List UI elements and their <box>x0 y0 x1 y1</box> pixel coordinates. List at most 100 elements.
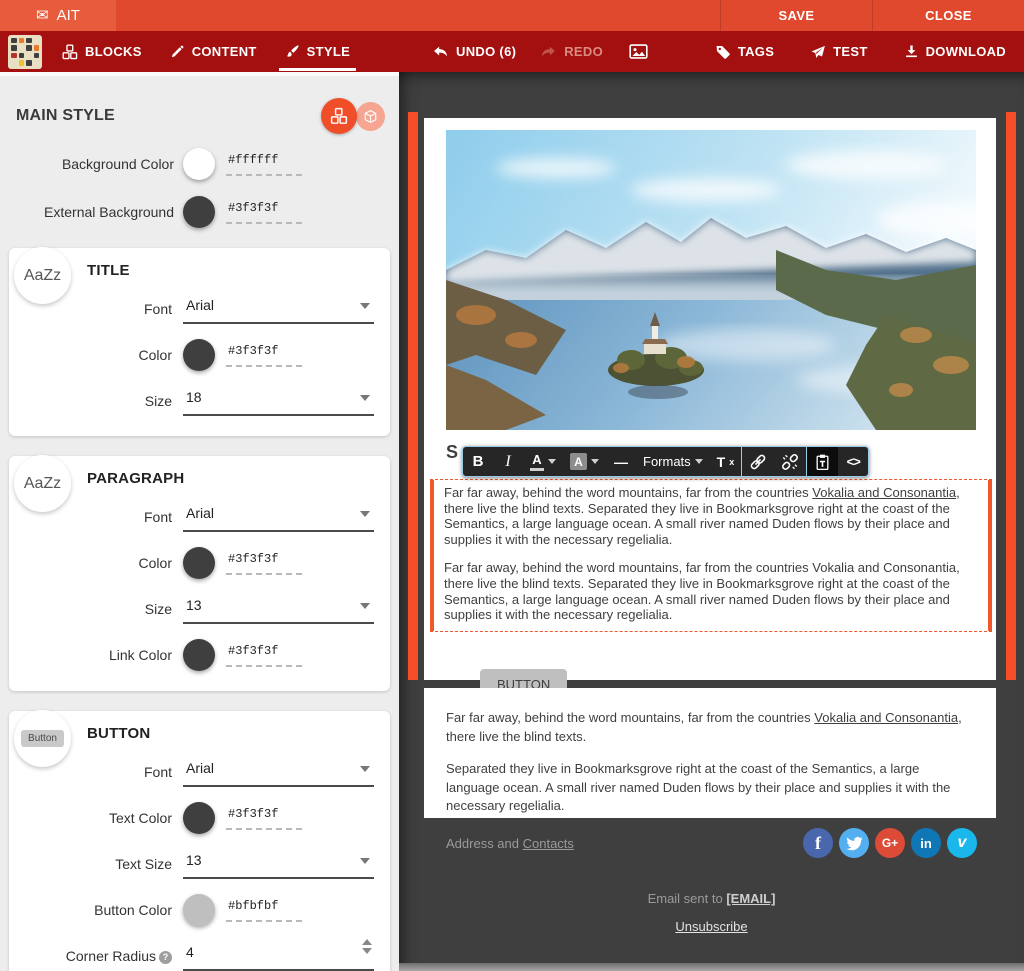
corner-radius-label: Corner Radius? <box>25 948 183 964</box>
tab-blocks[interactable]: BLOCKS <box>62 31 142 72</box>
button-text-color-label: Text Color <box>25 810 183 826</box>
paper-plane-icon <box>810 44 826 60</box>
undo-label: UNDO (6) <box>456 44 516 59</box>
close-button[interactable]: CLOSE <box>872 0 1024 31</box>
email-hero-image[interactable] <box>446 130 976 430</box>
title-color-hex-input[interactable]: #3f3f3f <box>226 343 302 367</box>
clear-formatting-button[interactable]: Tx <box>710 447 742 476</box>
tags-button[interactable]: TAGS <box>715 31 774 72</box>
paragraph-size-select[interactable]: 13 <box>183 594 374 624</box>
top-bar: ✉ AIT SAVE CLOSE <box>0 0 1024 31</box>
undo-icon <box>432 43 449 60</box>
button-text-size-select[interactable]: 13 <box>183 849 374 879</box>
unsubscribe-link[interactable]: Unsubscribe <box>675 919 747 934</box>
paragraph-2: Far far away, behind the word mountains,… <box>444 560 978 622</box>
title-color-swatch[interactable] <box>183 339 215 371</box>
google-plus-icon[interactable]: G+ <box>875 828 905 858</box>
background-color-hex-input[interactable]: #ffffff <box>226 152 302 176</box>
email-sent-line: Email sent to [EMAIL] <box>399 891 1024 906</box>
source-code-button[interactable]: <> <box>838 447 868 476</box>
button-style-card: Button BUTTON Font Arial Text Color #3f3… <box>9 711 390 971</box>
chevron-down-icon[interactable] <box>548 459 556 464</box>
external-background-row: External Background #3f3f3f <box>0 196 399 228</box>
chevron-down-icon[interactable] <box>591 459 599 464</box>
save-button[interactable]: SAVE <box>720 0 872 31</box>
button-color-hex-input[interactable]: #bfbfbf <box>226 898 302 922</box>
text-color-icon: A <box>530 453 544 471</box>
vokalia-link[interactable]: Vokalia and Consonantia <box>812 485 956 500</box>
stepper-up-icon[interactable] <box>362 939 372 945</box>
title-style-card: AaZz TITLE Font Arial Color #3f3f3f Size… <box>9 248 390 436</box>
corner-radius-input[interactable]: 4 <box>183 941 374 971</box>
paragraph-preview-badge: AaZz <box>14 455 71 512</box>
email-preview-canvas: S BUTTON B I A A — Formats Tx <> <box>399 72 1024 971</box>
formats-dropdown[interactable]: Formats <box>636 447 710 476</box>
style-mode-toggle <box>321 98 385 134</box>
twitter-icon[interactable] <box>839 828 869 858</box>
corner-radius-stepper[interactable] <box>362 939 372 954</box>
topbar-spacer <box>116 0 720 31</box>
single-block-mode-button[interactable] <box>356 102 385 131</box>
paragraph-link-color-swatch[interactable] <box>183 639 215 671</box>
chevron-down-icon <box>695 459 703 464</box>
paste-as-text-button[interactable] <box>807 447 838 476</box>
facebook-icon[interactable]: f <box>803 828 833 858</box>
stepper-down-icon[interactable] <box>362 948 372 954</box>
button-text-color-hex-input[interactable]: #3f3f3f <box>226 806 302 830</box>
remove-link-button[interactable] <box>774 447 806 476</box>
title-size-label: Size <box>25 393 183 409</box>
redo-button[interactable]: REDO <box>540 31 603 72</box>
corner-radius-label-text: Corner Radius <box>66 948 156 964</box>
email-token-link[interactable]: [EMAIL] <box>726 891 775 906</box>
email-block-text[interactable]: Far far away, behind the word mountains,… <box>424 688 996 818</box>
button-color-swatch[interactable] <box>183 894 215 926</box>
vimeo-icon[interactable]: v <box>947 828 977 858</box>
paragraph-link-color-hex-input[interactable]: #3f3f3f <box>226 643 302 667</box>
address-line: Address and Contacts <box>446 836 574 851</box>
linkedin-icon[interactable]: in <box>911 828 941 858</box>
blocks-icon <box>62 44 78 60</box>
button-font-select[interactable]: Arial <box>183 757 374 787</box>
social-icons: f G+ in v <box>803 828 977 858</box>
selection-bar-right <box>1006 112 1016 680</box>
tags-label: TAGS <box>738 44 774 59</box>
text-color-button[interactable]: A <box>523 447 563 476</box>
bold-button[interactable]: B <box>463 447 493 476</box>
button-text-color-swatch[interactable] <box>183 802 215 834</box>
button-text-size-label: Text Size <box>25 856 183 872</box>
redo-label: REDO <box>564 44 603 59</box>
help-icon[interactable]: ? <box>159 951 172 964</box>
horizontal-rule-button[interactable]: — <box>606 447 636 476</box>
chevron-down-icon <box>360 766 370 772</box>
link-icon <box>749 453 767 471</box>
external-background-swatch[interactable] <box>183 196 215 228</box>
paragraph-font-select[interactable]: Arial <box>183 502 374 532</box>
title-size-select[interactable]: 18 <box>183 386 374 416</box>
editor-nav-bar: BLOCKS CONTENT STYLE UNDO (6) REDO TAGS … <box>0 31 1024 72</box>
title-preview-badge: AaZz <box>14 247 71 304</box>
background-color-button[interactable]: A <box>563 447 606 476</box>
paragraph-color-hex-input[interactable]: #3f3f3f <box>226 551 302 575</box>
app-brand[interactable]: ✉ AIT <box>0 0 116 31</box>
vokalia-link[interactable]: Vokalia and Consonantia <box>814 710 958 725</box>
download-button[interactable]: DOWNLOAD <box>904 31 1006 72</box>
images-button[interactable] <box>629 31 648 72</box>
title-card-heading: TITLE <box>87 262 374 279</box>
redo-icon <box>540 43 557 60</box>
editable-paragraph-region[interactable]: Far far away, behind the word mountains,… <box>430 479 992 632</box>
undo-button[interactable]: UNDO (6) <box>432 31 516 72</box>
background-color-swatch[interactable] <box>183 148 215 180</box>
tab-content[interactable]: CONTENT <box>170 31 257 72</box>
app-logo[interactable] <box>8 35 42 69</box>
all-blocks-mode-button[interactable] <box>321 98 357 134</box>
title-font-select[interactable]: Arial <box>183 294 374 324</box>
insert-link-button[interactable] <box>742 447 774 476</box>
contacts-link[interactable]: Contacts <box>523 836 574 851</box>
external-background-hex-input[interactable]: #3f3f3f <box>226 200 302 224</box>
unsubscribe-line: Unsubscribe <box>399 919 1024 934</box>
italic-button[interactable]: I <box>493 447 523 476</box>
chevron-down-icon <box>360 395 370 401</box>
tab-style[interactable]: STYLE <box>285 31 350 72</box>
paragraph-color-swatch[interactable] <box>183 547 215 579</box>
test-button[interactable]: TEST <box>810 31 867 72</box>
